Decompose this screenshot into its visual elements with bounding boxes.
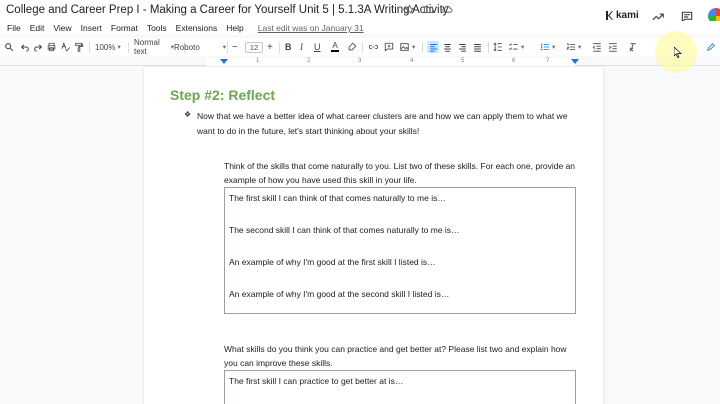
answer-line[interactable]: The first skill I can think of that come… [229, 193, 446, 203]
zoom-value: 100% [95, 42, 116, 52]
chevron-down-icon: ▾ [117, 44, 121, 51]
title-icons [404, 4, 453, 15]
zoom-select[interactable]: 100% ▾ [95, 41, 121, 53]
menu-tools[interactable]: Tools [147, 23, 167, 33]
ruler-number: 6 [512, 58, 516, 64]
menu-file[interactable]: File [7, 23, 21, 33]
last-edit-link[interactable]: Last edit was on January 31 [258, 23, 364, 33]
chevron-down-icon: ▾ [222, 44, 226, 51]
mouse-pointer-icon [674, 47, 682, 58]
toolbar-divider [89, 42, 90, 53]
document-page[interactable]: Step #2: Reflect ❖ Now that we have a be… [144, 67, 603, 404]
right-indent-marker[interactable] [571, 59, 579, 64]
bullet-paragraph: Now that we have a better idea of what c… [197, 111, 568, 136]
menu-edit[interactable]: Edit [30, 23, 45, 33]
align-center-icon[interactable] [443, 41, 452, 53]
search-menus-icon[interactable] [4, 41, 14, 53]
line-spacing-icon[interactable] [493, 41, 503, 53]
kami-logo-icon [606, 11, 613, 20]
answer-box-practice-skills[interactable]: The first skill I can practice to get be… [224, 370, 576, 404]
font-size-field[interactable]: 12 [245, 41, 263, 53]
decrease-indent-icon[interactable] [592, 41, 602, 53]
text-color-button[interactable]: A [331, 41, 339, 53]
numbered-list-icon[interactable]: ▾ [566, 41, 581, 53]
document-title[interactable]: College and Career Prep I - Making a Car… [6, 4, 449, 16]
undo-icon[interactable] [20, 41, 30, 53]
bulleted-list-icon[interactable]: ▾ [540, 41, 555, 53]
answer-line[interactable]: An example of why I'm good at the second… [229, 289, 449, 299]
kami-button[interactable]: kami [606, 10, 639, 21]
menu-insert[interactable]: Insert [81, 23, 102, 33]
ruler-number: 4 [410, 58, 414, 64]
increase-indent-icon[interactable] [608, 41, 618, 53]
highlight-color-icon[interactable] [347, 41, 357, 53]
kami-label: kami [616, 10, 639, 21]
bold-button[interactable]: B [285, 41, 292, 53]
chevron-down-icon: ▾ [521, 44, 525, 51]
answer-line[interactable]: The first skill I can practice to get be… [229, 376, 403, 386]
insert-image-icon[interactable]: ▾ [399, 41, 415, 53]
menu-bar: File Edit View Insert Format Tools Exten… [0, 21, 720, 35]
style-select[interactable]: Normal text ▾ [134, 38, 174, 56]
menu-extensions[interactable]: Extensions [176, 23, 218, 33]
print-icon[interactable] [46, 41, 57, 53]
font-select[interactable]: Roboto ▾ [174, 41, 226, 53]
font-value: Roboto [174, 42, 200, 52]
star-icon[interactable] [404, 4, 415, 15]
bullet-marker: ❖ [184, 110, 192, 119]
menu-help[interactable]: Help [226, 23, 243, 33]
align-left-icon[interactable] [427, 41, 439, 53]
ruler-number: 1 [256, 58, 260, 64]
move-to-folder-icon[interactable] [423, 4, 434, 15]
ruler-number: 3 [358, 58, 362, 64]
add-comment-icon[interactable] [384, 41, 394, 53]
ruler-number: 5 [461, 58, 465, 64]
paint-format-icon[interactable] [74, 41, 84, 53]
underline-button[interactable]: U [314, 41, 321, 53]
toolbar-divider [362, 42, 363, 53]
font-size-value: 12 [245, 41, 263, 53]
toolbar-divider [279, 42, 280, 53]
answer-line[interactable]: An example of why I'm good at the first … [229, 257, 436, 267]
menu-view[interactable]: View [53, 23, 71, 33]
align-right-icon[interactable] [458, 41, 467, 53]
toolbar: 100% ▾ Normal text ▾ Roboto ▾ − 12 + B I U … [0, 38, 720, 56]
insert-link-icon[interactable] [368, 41, 379, 53]
clear-formatting-icon[interactable] [628, 41, 638, 53]
ruler[interactable]: 1 2 3 4 5 6 7 [0, 58, 720, 66]
prompt-practice-skills: What skills do you think you can practic… [224, 344, 567, 368]
prompt-natural-skills: Think of the skills that come naturally … [224, 161, 576, 185]
toolbar-divider [227, 42, 228, 53]
chevron-down-icon: ▾ [552, 44, 556, 51]
redo-icon[interactable] [33, 41, 43, 53]
chevron-down-icon: ▾ [412, 44, 416, 51]
answer-line[interactable]: The second skill I can think of that com… [229, 225, 460, 235]
toolbar-divider [422, 42, 423, 53]
toolbar-divider [488, 42, 489, 53]
increase-font-size-button[interactable]: + [267, 41, 273, 53]
italic-button[interactable]: I [300, 41, 303, 53]
left-indent-marker[interactable] [220, 59, 228, 64]
menu-format[interactable]: Format [111, 23, 138, 33]
editing-mode-pencil-icon[interactable] [706, 41, 716, 53]
cloud-saved-icon[interactable] [442, 4, 453, 15]
section-heading: Step #2: Reflect [170, 87, 276, 103]
decrease-font-size-button[interactable]: − [232, 41, 238, 53]
answer-box-natural-skills[interactable]: The first skill I can think of that come… [224, 187, 576, 314]
align-justify-icon[interactable] [473, 41, 482, 53]
checklist-icon[interactable]: ▾ [508, 41, 524, 53]
ruler-text-area [206, 58, 575, 66]
spellcheck-icon[interactable] [60, 41, 71, 53]
toolbar-divider [128, 42, 129, 53]
style-value: Normal text [134, 38, 160, 56]
ruler-number: 2 [307, 58, 311, 64]
title-bar: College and Career Prep I - Making a Car… [0, 0, 720, 24]
ruler-number: 7 [546, 58, 550, 64]
chevron-down-icon: ▾ [578, 44, 582, 51]
